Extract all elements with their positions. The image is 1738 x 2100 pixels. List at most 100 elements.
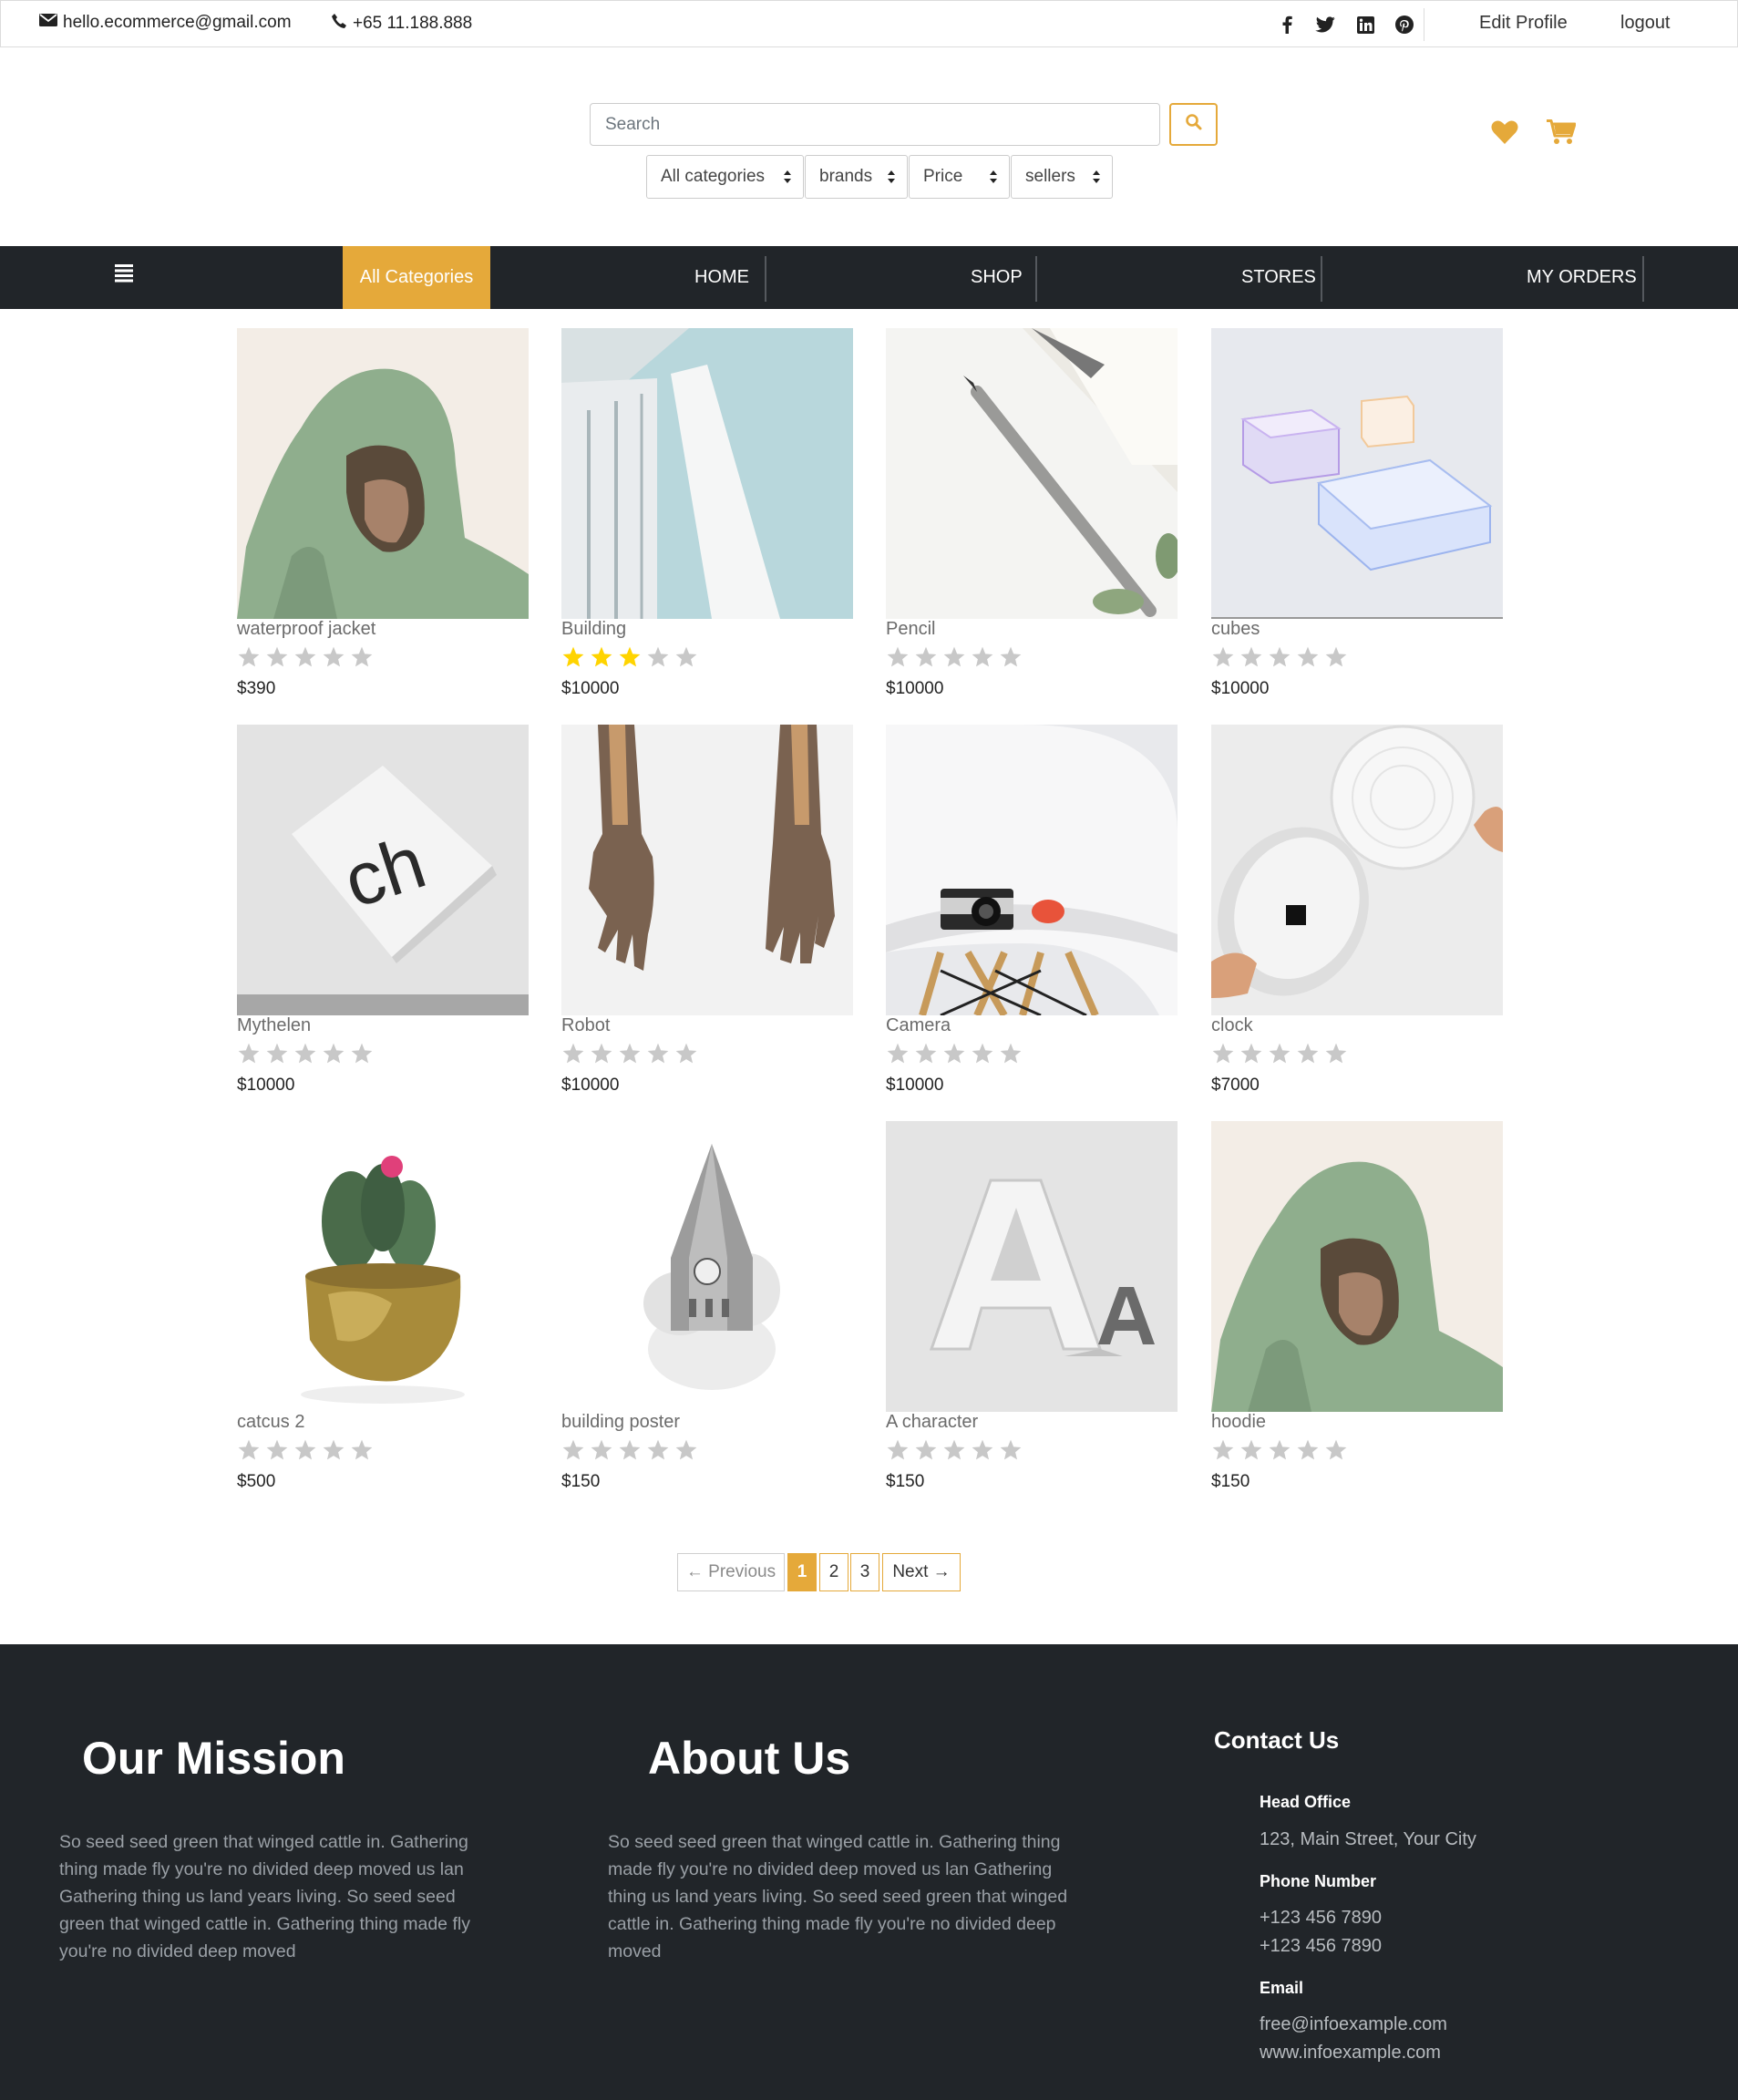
product-name[interactable]: Pencil (886, 619, 935, 640)
page-2-button[interactable]: 2 (819, 1553, 848, 1591)
product-card[interactable]: ch Mythelen $10000 (237, 725, 529, 1107)
star-icon[interactable] (914, 645, 938, 669)
product-image[interactable] (561, 328, 853, 619)
product-name[interactable]: Building (561, 619, 626, 640)
product-image[interactable] (237, 1121, 529, 1412)
product-image[interactable]: ch (237, 725, 529, 1015)
product-name[interactable]: hoodie (1211, 1412, 1266, 1433)
star-icon[interactable] (618, 645, 642, 669)
star-rating[interactable] (237, 1042, 374, 1065)
star-icon[interactable] (999, 645, 1023, 669)
star-icon[interactable] (674, 645, 698, 669)
nav-home[interactable]: HOME (694, 246, 749, 309)
product-card[interactable]: waterproof jacket $390 (237, 328, 529, 711)
star-icon[interactable] (886, 1042, 910, 1065)
star-icon[interactable] (1268, 645, 1291, 669)
product-card[interactable]: hoodie $150 (1211, 1121, 1503, 1504)
sellers-filter[interactable]: sellers (1011, 155, 1113, 199)
star-icon[interactable] (265, 1438, 289, 1462)
star-icon[interactable] (942, 1438, 966, 1462)
product-name[interactable]: Robot (561, 1015, 610, 1036)
product-image[interactable] (1211, 1121, 1503, 1412)
star-icon[interactable] (590, 1438, 613, 1462)
star-icon[interactable] (1296, 1438, 1320, 1462)
product-name[interactable]: Mythelen (237, 1015, 311, 1036)
product-name[interactable]: cubes (1211, 619, 1260, 640)
star-icon[interactable] (646, 1438, 670, 1462)
star-icon[interactable] (265, 1042, 289, 1065)
category-filter[interactable]: All categories (646, 155, 804, 199)
star-icon[interactable] (914, 1438, 938, 1462)
price-filter[interactable]: Price (909, 155, 1010, 199)
star-rating[interactable] (886, 645, 1023, 669)
star-icon[interactable] (1296, 1042, 1320, 1065)
star-icon[interactable] (561, 1042, 585, 1065)
star-icon[interactable] (322, 645, 345, 669)
star-icon[interactable] (350, 1438, 374, 1462)
star-icon[interactable] (590, 1042, 613, 1065)
star-icon[interactable] (942, 1042, 966, 1065)
star-icon[interactable] (1324, 645, 1348, 669)
pinterest-icon[interactable] (1393, 14, 1415, 36)
footer-phone[interactable]: +123 456 7890 (1260, 1936, 1382, 1957)
heart-icon[interactable] (1489, 117, 1520, 148)
product-image[interactable] (886, 1121, 1178, 1412)
star-icon[interactable] (322, 1438, 345, 1462)
star-icon[interactable] (1211, 1438, 1235, 1462)
edit-profile-link[interactable]: Edit Profile (1479, 13, 1568, 34)
star-icon[interactable] (886, 645, 910, 669)
star-icon[interactable] (590, 645, 613, 669)
star-icon[interactable] (971, 1042, 994, 1065)
star-icon[interactable] (999, 1042, 1023, 1065)
star-rating[interactable] (1211, 1438, 1348, 1462)
star-icon[interactable] (293, 1042, 317, 1065)
star-rating[interactable] (561, 1438, 698, 1462)
star-rating[interactable] (1211, 1042, 1348, 1065)
product-image[interactable] (237, 328, 529, 619)
product-name[interactable]: catcus 2 (237, 1412, 304, 1433)
facebook-icon[interactable] (1276, 14, 1298, 36)
star-icon[interactable] (1324, 1438, 1348, 1462)
previous-page-button[interactable]: ← Previous (677, 1553, 785, 1591)
product-card[interactable]: Robot $10000 (561, 725, 853, 1107)
nav-shop[interactable]: SHOP (971, 246, 1023, 309)
product-name[interactable]: waterproof jacket (237, 619, 375, 640)
star-icon[interactable] (322, 1042, 345, 1065)
product-card[interactable]: clock $7000 (1211, 725, 1503, 1107)
logout-link[interactable]: logout (1620, 13, 1671, 34)
contact-email[interactable]: hello.ecommerce@gmail.com (39, 13, 292, 33)
product-image[interactable] (561, 725, 853, 1015)
star-icon[interactable] (1211, 1042, 1235, 1065)
star-icon[interactable] (1239, 1042, 1263, 1065)
star-icon[interactable] (914, 1042, 938, 1065)
star-icon[interactable] (293, 1438, 317, 1462)
product-image[interactable] (561, 1121, 853, 1412)
product-image[interactable] (886, 725, 1178, 1015)
product-card[interactable]: building poster $150 (561, 1121, 853, 1504)
page-1-button[interactable]: 1 (787, 1553, 817, 1591)
footer-phone[interactable]: +123 456 7890 (1260, 1908, 1382, 1929)
hamburger-menu-icon[interactable] (113, 262, 139, 288)
star-rating[interactable] (561, 1042, 698, 1065)
star-rating[interactable] (561, 645, 698, 669)
product-image[interactable] (1211, 328, 1503, 619)
product-name[interactable]: A character (886, 1412, 978, 1433)
search-input[interactable] (590, 103, 1160, 146)
star-rating[interactable] (1211, 645, 1348, 669)
star-icon[interactable] (265, 645, 289, 669)
star-icon[interactable] (999, 1438, 1023, 1462)
star-icon[interactable] (1239, 645, 1263, 669)
star-icon[interactable] (886, 1438, 910, 1462)
twitter-icon[interactable] (1314, 14, 1336, 36)
star-icon[interactable] (1296, 645, 1320, 669)
nav-stores[interactable]: STORES (1241, 246, 1316, 309)
star-icon[interactable] (237, 645, 261, 669)
product-card[interactable]: A character $150 (886, 1121, 1178, 1504)
star-icon[interactable] (674, 1438, 698, 1462)
all-categories-button[interactable]: All Categories (343, 246, 490, 309)
star-icon[interactable] (646, 1042, 670, 1065)
star-icon[interactable] (1268, 1042, 1291, 1065)
star-icon[interactable] (561, 645, 585, 669)
brands-filter[interactable]: brands (805, 155, 908, 199)
product-card[interactable]: Camera $10000 (886, 725, 1178, 1107)
